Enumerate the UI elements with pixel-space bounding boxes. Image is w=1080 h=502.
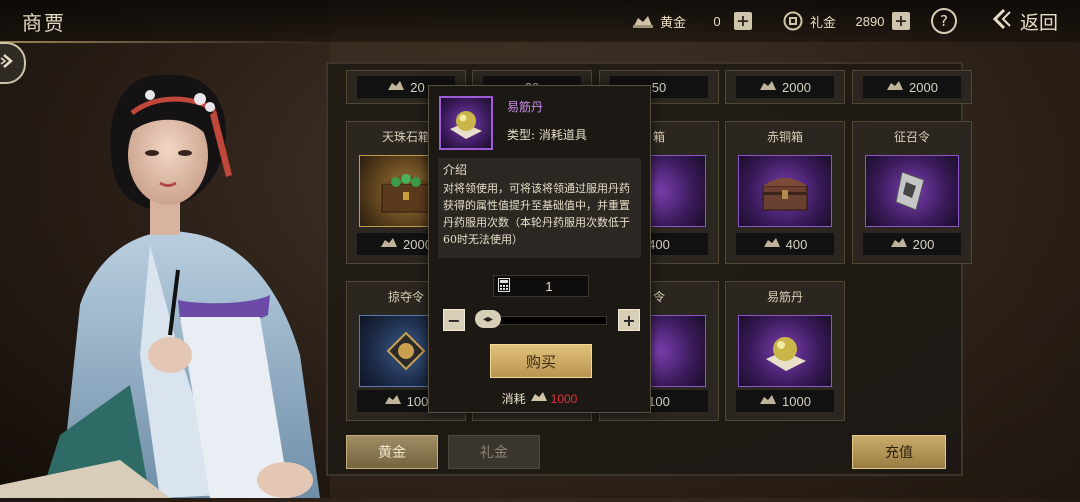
gold-label: 黄金 [660, 15, 687, 31]
gold-value: 0 [713, 13, 721, 29]
item-name: 易筋丹 [766, 290, 803, 304]
gold-ingot-icon [384, 394, 402, 409]
pill-icon [439, 96, 493, 150]
item-price: 100 [406, 393, 429, 409]
tab-gold[interactable]: 黄金 [346, 435, 438, 469]
item-price: 2000 [782, 79, 811, 95]
help-button[interactable]: ? [931, 8, 957, 34]
chevron-right-icon [0, 53, 16, 73]
token-icon [865, 155, 959, 227]
tab-gift[interactable]: 礼金 [448, 435, 540, 469]
description-heading: 介绍 [443, 163, 468, 177]
shop-item-copper-chest[interactable]: 赤铜箱 400 [725, 121, 845, 264]
item-description: 介绍 对将领使用，可将该将领通过服用丹药获得的属性值提升至基础值中，并重置丹药服… [438, 158, 641, 258]
recharge-button[interactable]: 充值 [852, 435, 946, 469]
gift-label: 礼金 [810, 15, 837, 31]
page-title: 商贾 [22, 11, 66, 35]
item-price: 1000 [782, 393, 811, 409]
shop-item-top-5[interactable]: 2000 [852, 70, 972, 104]
gold-ingot-icon [886, 80, 904, 95]
item-name: 赤铜箱 [766, 130, 803, 144]
gold-ingot-icon [380, 237, 398, 252]
quantity-slider-handle[interactable]: ◂▸ [475, 310, 501, 328]
add-gold-button[interactable]: + [734, 12, 752, 30]
top-bar [0, 0, 1080, 42]
gold-ingot-icon [890, 237, 908, 252]
shop-item-yijin-pill[interactable]: 易筋丹 1000 [725, 281, 845, 421]
treasure-chest-icon [738, 155, 832, 227]
title-underline [0, 41, 330, 43]
quantity-field[interactable]: 1 [493, 275, 589, 297]
popup-item-name: 易筋丹 [507, 100, 544, 114]
pill-icon [738, 315, 832, 387]
item-price: 20 [410, 79, 425, 95]
item-price: 50 [651, 79, 667, 95]
gold-currency: 黄金 0 + [632, 8, 752, 34]
cost-line: 消耗 1000 [429, 390, 650, 407]
item-price: 100 [648, 393, 670, 409]
gold-ingot-icon [632, 10, 654, 32]
back-label: 返回 [1020, 11, 1059, 34]
description-text: 对将领使用，可将该将领通过服用丹药获得的属性值提升至基础值中，并重置丹药服用次数… [443, 182, 630, 246]
gold-ingot-icon [530, 391, 548, 406]
gift-value: 2890 [855, 13, 885, 29]
cost-label: 消耗 [501, 392, 526, 406]
gift-currency: 礼金 2890 + [782, 8, 910, 34]
merchant-portrait [0, 55, 330, 498]
shop-item-top-4[interactable]: 2000 [725, 70, 845, 104]
cost-value: 1000 [550, 391, 578, 406]
decrease-button[interactable]: − [443, 309, 465, 331]
shop-item-conscription-order[interactable]: 征召令 200 [852, 121, 972, 264]
gold-ingot-icon [759, 80, 777, 95]
quantity-value: 1 [545, 278, 553, 294]
item-price: 2000 [909, 79, 938, 95]
coin-icon [782, 10, 804, 32]
back-button[interactable]: 返回 [990, 6, 1058, 36]
gold-ingot-icon [759, 394, 777, 409]
calculator-icon [498, 277, 510, 295]
increase-button[interactable]: + [618, 309, 640, 331]
item-name: 征召令 [893, 130, 930, 144]
item-price: 400 [785, 236, 808, 252]
popup-item-type: 类型: 消耗道具 [507, 128, 587, 142]
back-arrow-icon [990, 7, 1014, 36]
gold-ingot-icon [387, 80, 405, 95]
gold-ingot-icon [763, 237, 781, 252]
item-price: 400 [648, 236, 670, 252]
add-gift-button[interactable]: + [892, 12, 910, 30]
item-price: 200 [912, 236, 935, 252]
buy-button[interactable]: 购买 [490, 344, 592, 378]
purchase-popup: 易筋丹 类型: 消耗道具 介绍 对将领使用，可将该将领通过服用丹药获得的属性值提… [428, 85, 651, 413]
